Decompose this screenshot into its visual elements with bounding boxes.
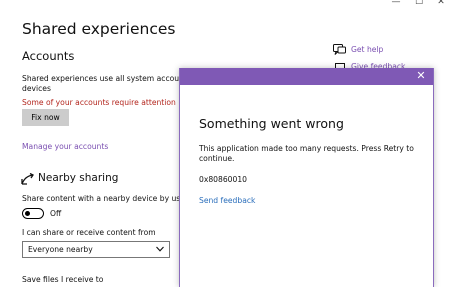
share-from-label: I can share or receive content from	[22, 228, 156, 237]
get-help-link[interactable]: Get help	[351, 45, 383, 54]
send-feedback-link[interactable]: Send feedback	[199, 196, 255, 205]
dialog-title: Something went wrong	[199, 116, 344, 131]
save-files-label: Save files I receive to	[22, 275, 104, 284]
fix-now-button[interactable]: Fix now	[22, 109, 69, 126]
nearby-share-icon	[21, 173, 34, 185]
accounts-description-line2: devices	[22, 84, 51, 93]
maximize-button[interactable]: ☐	[414, 0, 424, 7]
accounts-heading: Accounts	[22, 49, 75, 63]
minimize-button[interactable]: —	[391, 0, 401, 7]
dialog-message: This application made too many requests.…	[199, 144, 414, 163]
error-code: 0x80860010	[199, 175, 247, 184]
toggle-state-label: Off	[50, 209, 62, 218]
nearby-sharing-heading: Nearby sharing	[38, 172, 119, 184]
help-icon	[333, 44, 346, 55]
accounts-description-line1: Shared experiences use all system accoun…	[22, 74, 213, 83]
error-dialog: ✕ Something went wrong This application …	[179, 68, 434, 287]
share-from-select-value: Everyone nearby	[28, 245, 93, 254]
share-from-select[interactable]: Everyone nearby	[22, 241, 170, 258]
manage-accounts-link[interactable]: Manage your accounts	[22, 142, 108, 151]
nearby-sharing-toggle[interactable]	[22, 208, 44, 219]
chevron-down-icon	[156, 246, 164, 252]
accounts-warning: Some of your accounts require attention	[22, 98, 176, 107]
page-title: Shared experiences	[22, 20, 176, 38]
accounts-description: Shared experiences use all system accoun…	[22, 74, 213, 94]
dialog-title-bar: ✕	[180, 68, 433, 85]
dialog-close-button[interactable]: ✕	[415, 70, 427, 82]
close-button[interactable]: ✕	[436, 0, 446, 7]
toggle-knob	[25, 210, 30, 216]
